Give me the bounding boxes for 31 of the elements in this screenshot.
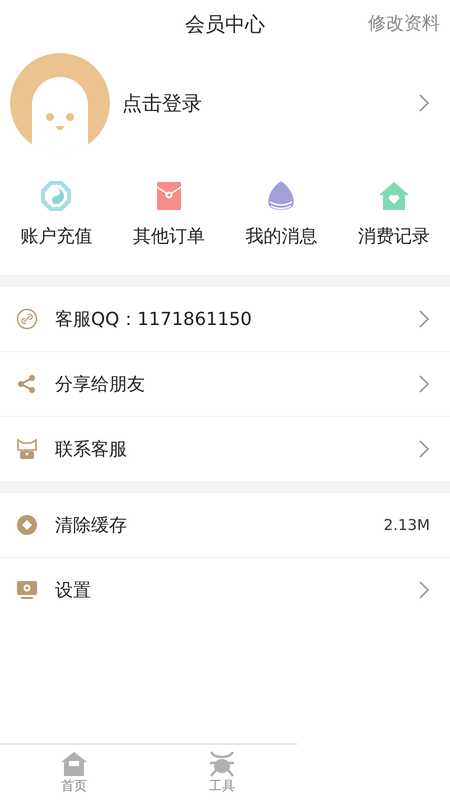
avatar-icon	[10, 53, 110, 153]
house-icon	[60, 751, 88, 777]
chevron-icon	[418, 374, 430, 394]
house-heart-icon	[378, 181, 410, 211]
menu-item[interactable]: 清除缓存 2.13M	[0, 493, 450, 558]
page-title: 会员中心	[185, 10, 265, 38]
monitor-gear-icon	[16, 580, 38, 600]
menu-item[interactable]: 联系客服	[0, 417, 450, 481]
nav-tab[interactable]: 首页	[0, 745, 148, 800]
shortcut-button[interactable]: 其他订单	[112, 168, 225, 275]
edit-profile-link[interactable]: 修改资料	[368, 11, 440, 35]
envelope-icon	[156, 181, 182, 211]
chevron-icon	[418, 439, 430, 459]
menu-item[interactable]: 客服QQ：1171861150	[0, 287, 450, 352]
login-row[interactable]: 点击登录	[0, 48, 450, 158]
menu-item[interactable]: 设置	[0, 558, 450, 622]
chevron-icon	[418, 93, 430, 113]
coin-icon	[16, 514, 38, 536]
bagua-icon	[39, 179, 74, 213]
shortcut-button[interactable]: 消费记录	[338, 168, 450, 275]
link-circle-icon	[16, 308, 38, 330]
share-icon	[17, 374, 37, 394]
shortcut-button[interactable]: 账户充值	[0, 168, 112, 275]
chevron-icon	[418, 580, 430, 600]
cache-size: 2.13M	[384, 516, 430, 534]
chevron-icon	[418, 309, 430, 329]
leaf-icon	[267, 180, 296, 212]
bug-icon	[208, 751, 236, 777]
nav-tab[interactable]: 工具	[148, 745, 296, 800]
menu-item[interactable]: 分享给朋友	[0, 352, 450, 417]
shortcut-button[interactable]: 我的消息	[225, 168, 338, 275]
